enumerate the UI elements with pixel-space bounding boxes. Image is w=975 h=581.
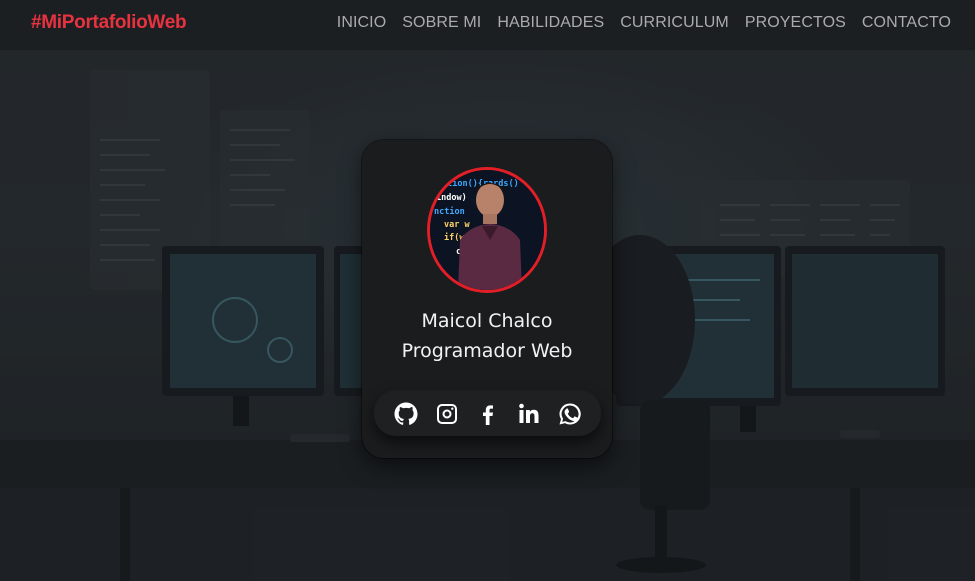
nav-link-contacto[interactable]: CONTACTO	[862, 14, 951, 32]
nav-link-curriculum[interactable]: CURRICULUM	[620, 14, 729, 32]
nav-links: INICIO SOBRE MI HABILIDADES CURRICULUM P…	[337, 14, 951, 32]
profile-name: Maicol Chalco	[421, 310, 553, 332]
nav-link-habilidades[interactable]: HABILIDADES	[497, 14, 604, 32]
facebook-icon	[482, 404, 493, 425]
profile-photo: ction(){rards() indow) nction var w if(w…	[430, 170, 544, 290]
svg-text:indow): indow)	[436, 192, 467, 203]
instagram-link[interactable]	[435, 402, 459, 426]
profile-role: Programador Web	[401, 340, 573, 362]
github-link[interactable]	[394, 402, 418, 426]
top-navbar: #MiPortafolioWeb INICIO SOBRE MI HABILID…	[0, 0, 975, 50]
whatsapp-icon	[559, 402, 581, 424]
nav-link-inicio[interactable]: INICIO	[337, 14, 387, 32]
social-links-bar	[374, 391, 601, 436]
instagram-icon	[436, 403, 457, 424]
nav-link-proyectos[interactable]: PROYECTOS	[745, 14, 846, 32]
brand-logo-link[interactable]: #MiPortafolioWeb	[31, 12, 187, 34]
nav-link-sobre-mi[interactable]: SOBRE MI	[402, 14, 481, 32]
linkedin-icon	[518, 403, 538, 423]
whatsapp-link[interactable]	[558, 402, 582, 426]
svg-text:ction(){rards(): ction(){rards()	[442, 178, 519, 189]
svg-text:nction: nction	[434, 206, 465, 217]
svg-text:var w: var w	[444, 220, 470, 230]
profile-card: ction(){rards() indow) nction var w if(w…	[362, 140, 612, 458]
github-icon	[394, 402, 418, 425]
linkedin-link[interactable]	[517, 402, 541, 426]
facebook-link[interactable]	[476, 402, 500, 426]
avatar: ction(){rards() indow) nction var w if(w…	[427, 167, 547, 293]
